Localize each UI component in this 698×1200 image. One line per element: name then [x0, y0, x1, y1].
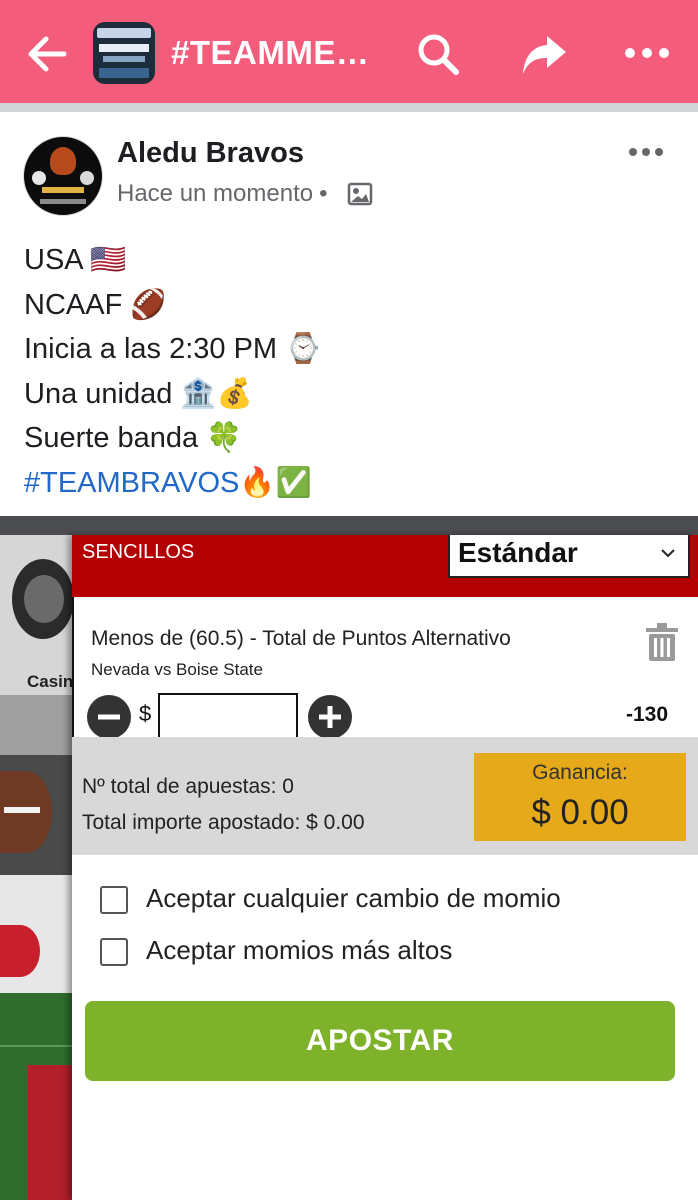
accept-higher-odds-option[interactable]: Aceptar momios más altos — [100, 933, 660, 969]
background-sidebar: Casin — [0, 535, 74, 1200]
back-arrow-icon[interactable] — [24, 32, 68, 76]
gain-value: $ 0.00 — [531, 793, 629, 832]
post-body: USA 🇺🇸 NCAAF 🏈 Inicia a las 2:30 PM ⌚ Un… — [24, 238, 321, 505]
post-author-name[interactable]: Aledu Bravos — [117, 137, 304, 170]
potential-gain-box: Ganancia: $ 0.00 — [474, 753, 686, 841]
photo-privacy-icon — [347, 182, 373, 206]
share-icon[interactable] — [520, 30, 568, 78]
header-divider — [0, 103, 698, 112]
post-line: NCAAF 🏈 — [24, 288, 167, 321]
post-hashtag-line: #TEAMBRAVOS🔥✅ — [24, 461, 321, 506]
bet-selection: Menos de (60.5) - Total de Puntos Altern… — [72, 597, 698, 739]
betslip-section-title[interactable]: SENCILLOS — [82, 541, 194, 564]
author-avatar[interactable] — [23, 136, 103, 216]
group-title[interactable]: #TEAMMEXI... — [171, 34, 386, 72]
post-line: USA 🇺🇸 — [24, 244, 127, 276]
hashtag-link[interactable]: #TEAMBRAVOS — [24, 467, 239, 499]
total-bets-count: Nº total de apuestas: 0 — [82, 775, 294, 798]
bet-market: Menos de (60.5) - Total de Puntos Altern… — [91, 627, 511, 650]
image-top-strip — [0, 516, 698, 535]
bet-mode-select[interactable]: Estándar — [448, 535, 690, 578]
accept-any-odds-change-option[interactable]: Aceptar cualquier cambio de momio — [100, 881, 660, 917]
accept-any-odds-change-label[interactable]: Aceptar cualquier cambio de momio — [146, 883, 561, 914]
helmet-icon — [0, 925, 40, 977]
bet-mode-value: Estándar — [458, 537, 578, 568]
post-image-betslip[interactable]: Casin SENCILLOS Estándar Menos de (60.5)… — [0, 516, 698, 1200]
post-line: Una unidad 🏦💰 — [24, 377, 253, 410]
total-staked: Total importe apostado: $ 0.00 — [82, 811, 365, 834]
currency-symbol: $ — [139, 701, 152, 726]
increase-stake-button[interactable] — [308, 695, 352, 739]
post-meta: Hace un momento • — [117, 180, 334, 208]
more-options-icon[interactable] — [624, 38, 670, 68]
search-icon[interactable] — [416, 32, 460, 76]
chevron-down-icon — [661, 549, 675, 558]
gain-label: Ganancia: — [532, 761, 628, 784]
post-timestamp[interactable]: Hace un momento — [117, 180, 313, 207]
post-options-icon[interactable] — [628, 143, 664, 161]
app-header-bar: #TEAMMEXI... — [0, 0, 698, 103]
meta-separator: • — [319, 180, 328, 207]
accept-any-odds-change-checkbox[interactable] — [100, 886, 128, 914]
betslip-panel: SENCILLOS Estándar Menos de (60.5) - Tot… — [72, 535, 698, 1200]
hashtag-emojis: 🔥✅ — [239, 466, 312, 499]
post-line: Suerte banda 🍀 — [24, 422, 243, 454]
accept-higher-odds-label[interactable]: Aceptar momios más altos — [146, 935, 452, 966]
decrease-stake-button[interactable] — [87, 695, 131, 739]
post-line: Inicia a las 2:30 PM ⌚ — [24, 333, 322, 365]
casino-label: Casin — [27, 672, 74, 691]
trash-icon[interactable] — [644, 622, 680, 662]
betslip-header: SENCILLOS Estándar — [72, 535, 698, 597]
betslip-summary: Nº total de apuestas: 0 Total importe ap… — [72, 737, 698, 855]
bet-match: Nevada vs Boise State — [91, 660, 263, 679]
stake-input[interactable] — [158, 693, 298, 739]
place-bet-button[interactable]: APOSTAR — [85, 1001, 675, 1081]
accept-higher-odds-checkbox[interactable] — [100, 938, 128, 966]
bet-odds: -130 — [626, 703, 669, 726]
group-thumbnail[interactable] — [93, 22, 155, 84]
